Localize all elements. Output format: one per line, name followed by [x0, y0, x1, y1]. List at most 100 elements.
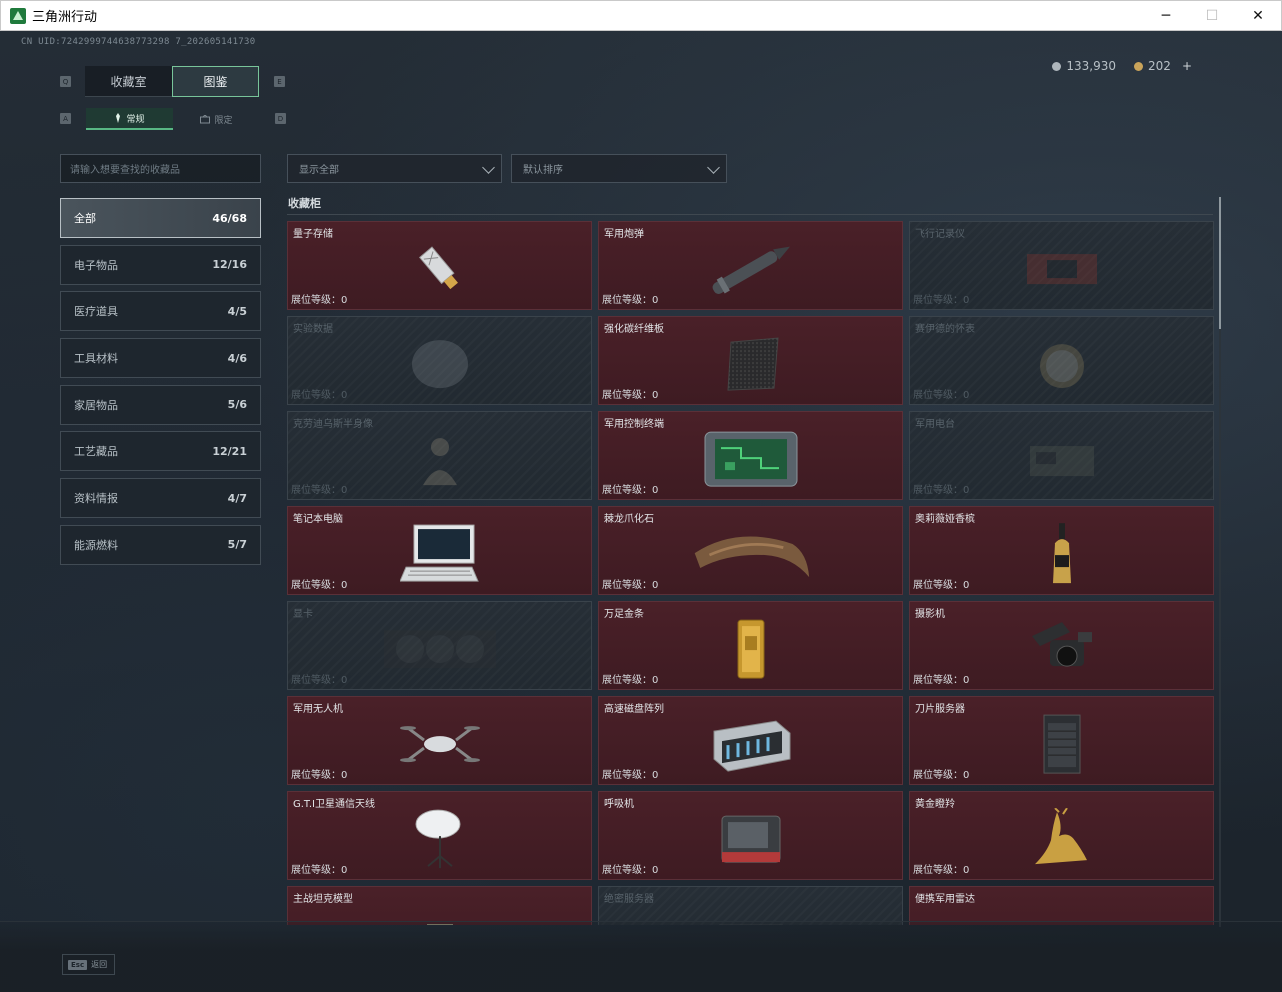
app-logo-icon	[10, 7, 26, 24]
control-terminal-icon	[691, 428, 811, 490]
back-button[interactable]: Esc 返回	[62, 954, 115, 975]
card-name: 呼吸机	[604, 799, 634, 810]
subtab-limited[interactable]: 限定	[173, 108, 260, 130]
category-list: 全部 46/68 电子物品 12/16 医疗道具 4/5 工具材料 4/6 家居物品 5/6 工艺藏…	[60, 198, 261, 572]
collection-card[interactable]: 刀片服务器 展位等级：0	[909, 696, 1214, 785]
gold-currency: 202 +	[1134, 59, 1192, 73]
subtab-right-key-hint: D	[275, 113, 286, 124]
cabinet-grid-viewport: 量子存储 展位等级：0 军用炮弹 展位等级：0 飞行记录仪 展位等级：0 实验数据 展位等级：…	[287, 221, 1214, 925]
subtab-regular[interactable]: 常规	[86, 108, 173, 130]
player-uid: CN UID:7242999744638773298 7_20260514173…	[21, 37, 256, 47]
collection-card[interactable]: 摄影机 展位等级：0	[909, 601, 1214, 690]
card-level: 展位等级：0	[602, 295, 659, 306]
card-level: 展位等级：0	[602, 390, 659, 401]
collection-card[interactable]: 高速磁盘阵列 展位等级：0	[598, 696, 903, 785]
card-level: 展位等级：0	[602, 865, 659, 876]
drone-icon	[380, 713, 500, 775]
tab-codex[interactable]: 图鉴	[172, 66, 259, 97]
sort-dropdown[interactable]: 默认排序	[511, 154, 727, 183]
card-level: 展位等级：0	[291, 390, 348, 401]
collection-card[interactable]: 棘龙爪化石 展位等级：0	[598, 506, 903, 595]
card-name: 奥莉薇娅香槟	[915, 514, 975, 525]
display-filter-dropdown[interactable]: 显示全部	[287, 154, 502, 183]
collection-card[interactable]: 赛伊德的怀表 展位等级：0	[909, 316, 1214, 405]
search-input[interactable]: 请输入想要查找的收藏品	[60, 154, 261, 183]
card-name: 主战坦克模型	[293, 894, 353, 905]
collection-card[interactable]: 量子存储 展位等级：0	[287, 221, 592, 310]
currency-bar: 133,930 202 +	[1052, 59, 1192, 73]
collection-card[interactable]: 军用电台 展位等级：0	[909, 411, 1214, 500]
collection-card[interactable]: 万足金条展位等级：0	[598, 601, 903, 690]
collection-card[interactable]: 飞行记录仪 展位等级：0	[909, 221, 1214, 310]
minimize-button[interactable]: ─	[1143, 1, 1189, 30]
tab-collection-room[interactable]: 收藏室	[85, 66, 172, 97]
category-item[interactable]: 电子物品 12/16	[60, 244, 261, 285]
collection-card[interactable]: 实验数据展位等级：0	[287, 316, 592, 405]
collection-card[interactable]: 笔记本电脑 展位等级：0	[287, 506, 592, 595]
collection-card[interactable]: 强化碳纤维板 展位等级：0	[598, 316, 903, 405]
satellite-dish-icon	[380, 808, 500, 870]
add-currency-button[interactable]: +	[1182, 59, 1192, 73]
silver-currency: 133,930	[1052, 59, 1116, 73]
category-item[interactable]: 工艺藏品 12/21	[60, 431, 261, 472]
card-name: 万足金条	[604, 609, 644, 620]
collection-card[interactable]: 主战坦克模型展位等级：0	[287, 886, 592, 925]
gold-coin-icon	[1134, 61, 1144, 71]
card-level: 展位等级：0	[913, 485, 970, 496]
collection-card[interactable]: 克劳迪乌斯半身像 展位等级：0	[287, 411, 592, 500]
category-count: 12/16	[212, 258, 247, 272]
artillery-shell-icon	[691, 238, 811, 300]
bottom-bar: Esc 返回	[0, 921, 1282, 992]
card-name: 棘龙爪化石	[604, 514, 654, 525]
card-level: 展位等级：0	[291, 580, 348, 591]
collection-card[interactable]: 军用控制终端 展位等级：0	[598, 411, 903, 500]
card-name: 便携军用雷达	[915, 894, 975, 905]
collection-card[interactable]: 呼吸机展位等级：0	[598, 791, 903, 880]
card-level: 展位等级：0	[913, 675, 970, 686]
card-name: 军用无人机	[293, 704, 343, 715]
carbon-plate-icon	[691, 333, 811, 395]
card-level: 展位等级：0	[291, 865, 348, 876]
category-count: 4/5	[227, 304, 247, 318]
category-item[interactable]: 能源燃料 5/7	[60, 524, 261, 565]
category-label: 家居物品	[74, 398, 118, 412]
silver-amount: 133,930	[1066, 59, 1117, 73]
close-button[interactable]: ✕	[1235, 1, 1281, 30]
window-titlebar: 三角洲行动 ─ ☐ ✕	[0, 0, 1282, 31]
tab-left-key-hint: Q	[60, 76, 71, 87]
ventilator-icon	[691, 808, 811, 870]
collection-card[interactable]: 军用无人机 展位等级：0	[287, 696, 592, 785]
category-item[interactable]: 工具材料 4/6	[60, 338, 261, 379]
card-name: 军用炮弹	[604, 229, 644, 240]
category-item[interactable]: 全部 46/68	[60, 198, 261, 238]
collection-card[interactable]: 军用炮弹展位等级：0	[598, 221, 903, 310]
window-title: 三角洲行动	[32, 10, 98, 25]
card-name: 实验数据	[293, 324, 333, 335]
card-name: 赛伊德的怀表	[915, 324, 975, 335]
collection-card[interactable]: 便携军用雷达展位等级：0	[909, 886, 1214, 925]
collection-card[interactable]: G.T.I卫星通信天线 展位等级：0	[287, 791, 592, 880]
disk-array-icon	[691, 713, 811, 775]
category-item[interactable]: 资料情报 4/7	[60, 478, 261, 519]
card-name: 军用控制终端	[604, 419, 664, 430]
category-count: 5/6	[227, 398, 247, 412]
category-item[interactable]: 家居物品 5/6	[60, 384, 261, 425]
scrollbar-thumb[interactable]	[1219, 197, 1221, 329]
card-level: 展位等级：0	[602, 675, 659, 686]
chevron-down-icon	[482, 161, 495, 174]
flight-recorder-icon	[1002, 238, 1122, 300]
card-level: 展位等级：0	[291, 295, 348, 306]
collection-card[interactable]: 绝密服务器展位等级：0	[598, 886, 903, 925]
gold-gazelle-icon	[1002, 807, 1122, 870]
pocket-watch-icon	[1002, 333, 1122, 395]
usb-drive-icon	[380, 238, 500, 300]
collection-card[interactable]: 奥莉薇娅香槟 展位等级：0	[909, 506, 1214, 595]
game-screen: CN UID:7242999744638773298 7_20260514173…	[0, 31, 1282, 992]
collection-card[interactable]: 黄金瞪羚 展位等级：0	[909, 791, 1214, 880]
card-name: 刀片服务器	[915, 704, 965, 715]
category-item[interactable]: 医疗道具 4/5	[60, 291, 261, 332]
maximize-button[interactable]: ☐	[1189, 1, 1235, 30]
category-count: 5/7	[227, 538, 247, 552]
collection-card[interactable]: 显卡 展位等级：0	[287, 601, 592, 690]
military-radio-icon	[1002, 428, 1122, 490]
